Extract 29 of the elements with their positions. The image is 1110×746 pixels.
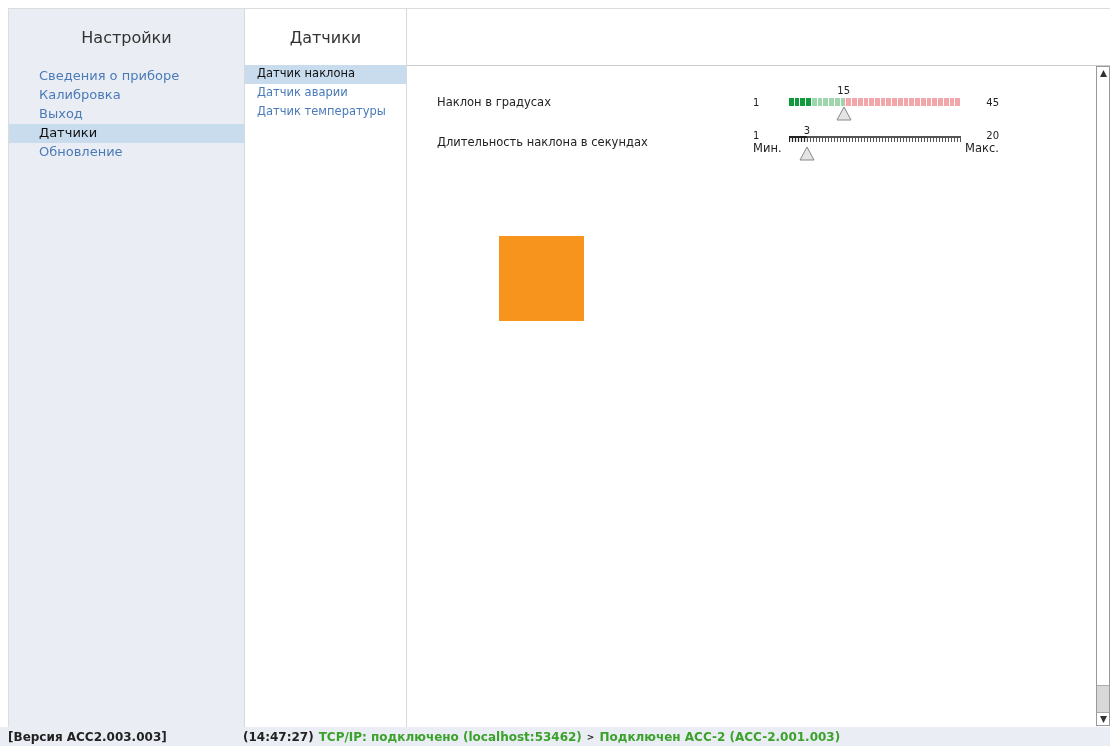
scroll-thumb[interactable] [1097, 685, 1109, 713]
scrollbar[interactable] [1096, 66, 1110, 726]
setting-label: Наклон в градусах [437, 95, 552, 109]
menu-item[interactable]: Сведения о приборе [9, 67, 244, 86]
menu-item[interactable]: Обновление [9, 143, 244, 162]
time-text: (14:47:27) [243, 729, 314, 744]
slider-thumb[interactable] [799, 146, 816, 161]
sensor-item[interactable]: Датчик аварии [245, 84, 406, 103]
menu-item[interactable]: Калибровка [9, 86, 244, 105]
min-caption: Мин. [753, 140, 783, 155]
scroll-up-icon[interactable] [1098, 68, 1108, 78]
setting-label: Длительность наклона в секундах [437, 135, 649, 149]
max-value: 45 [985, 96, 999, 108]
slider-value: 15 [837, 85, 851, 96]
slider-value: 3 [803, 125, 811, 136]
separator-text: > [586, 731, 595, 742]
version-text: [Версия ACC2.003.003] [8, 729, 168, 744]
min-value: 1 [753, 96, 761, 108]
sensor-item[interactable]: Датчик наклона [245, 65, 406, 84]
sensor-item[interactable]: Датчик температуры [245, 103, 406, 122]
min-value: 1 [753, 129, 761, 141]
menu-item[interactable]: Датчики [9, 124, 244, 143]
panel-title: Датчики [288, 26, 363, 49]
max-value: 20 [986, 129, 999, 141]
connection-text: TCP/IP: подключено (localhost:53462) [318, 729, 582, 744]
menu-item[interactable]: Выход [9, 105, 244, 124]
max-caption: Макс. [965, 140, 999, 155]
panel-title: Настройки [80, 26, 173, 49]
device-text: Подключен ACC-2 (ACC-2.001.003) [599, 729, 841, 744]
